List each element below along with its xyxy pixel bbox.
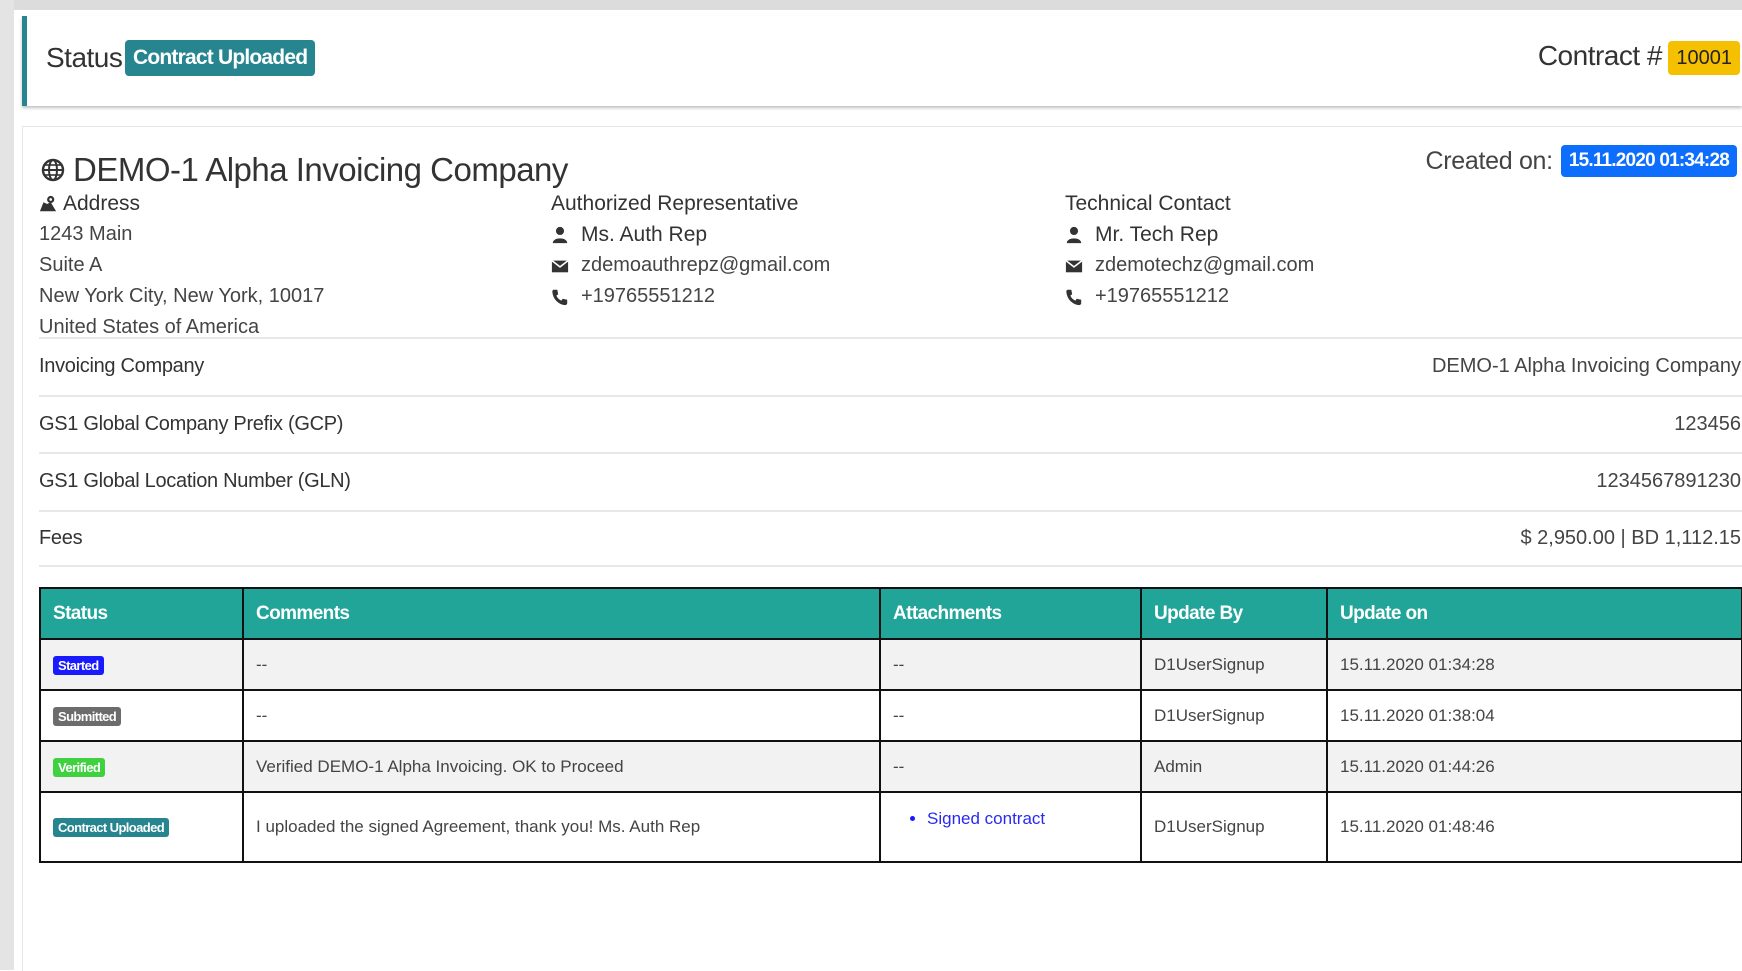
- globe-icon: [41, 158, 65, 182]
- authorized-rep-email[interactable]: zdemoauthrepz@gmail.com: [551, 250, 830, 281]
- update-on-cell: 15.11.2020 01:38:04: [1326, 689, 1742, 742]
- update-by-cell: Admin: [1140, 740, 1328, 793]
- company-title: DEMO-1 Alpha Invoicing Company: [41, 151, 568, 189]
- attachments-cell: --: [879, 740, 1142, 793]
- attachments-cell: --: [879, 689, 1142, 742]
- attachments-cell: Signed contract: [879, 791, 1142, 863]
- comments-cell: I uploaded the signed Agreement, thank y…: [242, 791, 881, 863]
- comments-cell: --: [242, 638, 881, 691]
- update-by-cell: D1UserSignup: [1140, 638, 1328, 691]
- attachment-item: Signed contract: [927, 809, 1128, 829]
- status-cell: Contract Uploaded: [39, 791, 244, 863]
- detail-value: 123456: [1674, 413, 1741, 435]
- page-top-strip: [0, 0, 1742, 10]
- detail-row-fees: Fees $ 2,950.00 | BD 1,112.15: [39, 510, 1742, 567]
- update-on-cell: 15.11.2020 01:44:26: [1326, 740, 1742, 793]
- update-on-cell: 15.11.2020 01:34:28: [1326, 638, 1742, 691]
- detail-row-invoicing-company: Invoicing Company DEMO-1 Alpha Invoicing…: [39, 337, 1742, 394]
- update-on-cell: 15.11.2020 01:48:46: [1326, 791, 1742, 863]
- column-header-update-by[interactable]: Update By: [1140, 587, 1328, 640]
- detail-label: GS1 Global Company Prefix (GCP): [39, 413, 344, 435]
- detail-label: Invoicing Company: [39, 355, 204, 377]
- company-name: DEMO-1 Alpha Invoicing Company: [73, 151, 568, 188]
- comments-cell: Verified DEMO-1 Alpha Invoicing. OK to P…: [242, 740, 881, 793]
- technical-contact-email[interactable]: zdemotechz@gmail.com: [1065, 250, 1314, 281]
- attachments-cell: --: [879, 638, 1142, 691]
- envelope-icon: [1065, 259, 1083, 272]
- contract-details-card: DEMO-1 Alpha Invoicing Company Created o…: [22, 126, 1742, 971]
- update-by-cell: D1UserSignup: [1140, 689, 1328, 742]
- status-cell: Verified: [39, 740, 244, 793]
- authorized-rep-phone[interactable]: +19765551212: [551, 281, 830, 312]
- user-icon: [1066, 226, 1082, 243]
- page-left-strip: [0, 0, 14, 970]
- detail-label: GS1 Global Location Number (GLN): [39, 470, 351, 492]
- address-section: Address 1243 Main Suite A New York City,…: [39, 189, 324, 343]
- status-history-table: Status Comments Attachments Update By Up…: [39, 587, 1742, 863]
- created-label: Created on:: [1425, 146, 1553, 175]
- status-cell: Started: [39, 638, 244, 691]
- technical-contact-phone[interactable]: +19765551212: [1065, 281, 1314, 312]
- address-line: New York City, New York, 10017: [39, 285, 325, 307]
- created-on: Created on: 15.11.2020 01:34:28: [1425, 145, 1737, 177]
- column-header-attachments[interactable]: Attachments: [879, 587, 1142, 640]
- authorized-rep-name: Ms. Auth Rep: [551, 219, 830, 250]
- created-date-badge: 15.11.2020 01:34:28: [1560, 145, 1737, 177]
- contract-label: Contract #: [1537, 40, 1663, 71]
- status-pill-submitted: Submitted: [53, 706, 122, 726]
- user-icon: [552, 226, 568, 243]
- column-header-comments[interactable]: Comments: [242, 587, 881, 640]
- detail-value: DEMO-1 Alpha Invoicing Company: [1431, 355, 1741, 377]
- attachment-list: Signed contract: [893, 809, 1128, 829]
- table-row: Submitted -- -- D1UserSignup 15.11.2020 …: [39, 689, 1742, 742]
- comments-cell: --: [242, 689, 881, 742]
- status-cell: Submitted: [39, 689, 244, 742]
- column-header-status[interactable]: Status: [39, 587, 244, 640]
- status-pill-contract-uploaded: Contract Uploaded: [53, 818, 170, 837]
- technical-contact-name: Mr. Tech Rep: [1065, 219, 1314, 250]
- detail-value: 1234567891230: [1596, 470, 1741, 492]
- address-heading: Address: [39, 189, 324, 219]
- table-row: Verified Verified DEMO-1 Alpha Invoicing…: [39, 740, 1742, 793]
- detail-label: Fees: [39, 527, 83, 549]
- technical-contact-section: Technical Contact Mr. Tech Rep zdemotech…: [1065, 189, 1314, 312]
- address-line: Suite A: [39, 254, 103, 276]
- detail-row-gln: GS1 Global Location Number (GLN) 1234567…: [39, 452, 1742, 509]
- map-icon: [39, 195, 57, 212]
- table-row: Started -- -- D1UserSignup 15.11.2020 01…: [39, 638, 1742, 691]
- signed-contract-link[interactable]: Signed contract: [927, 809, 1045, 828]
- status-badge: Contract Uploaded: [125, 40, 316, 76]
- table-row: Contract Uploaded I uploaded the signed …: [39, 791, 1742, 863]
- table-header-row: Status Comments Attachments Update By Up…: [39, 587, 1742, 640]
- status-label: Status:: [46, 42, 130, 73]
- status-pill-started: Started: [53, 655, 104, 675]
- contract-number-badge: 10001: [1668, 41, 1740, 75]
- detail-value: $ 2,950.00 | BD 1,112.15: [1520, 527, 1741, 549]
- authorized-rep-section: Authorized Representative Ms. Auth Rep z…: [551, 189, 830, 312]
- status-pill-verified: Verified: [53, 757, 106, 777]
- phone-icon: [552, 289, 568, 305]
- authorized-rep-heading: Authorized Representative: [551, 192, 799, 215]
- detail-row-gcp: GS1 Global Company Prefix (GCP) 123456: [39, 395, 1742, 452]
- update-by-cell: D1UserSignup: [1140, 791, 1328, 863]
- phone-icon: [1066, 289, 1082, 305]
- technical-contact-heading: Technical Contact: [1065, 192, 1231, 215]
- status-card: Status: Contract Uploaded Contract # 100…: [22, 16, 1742, 106]
- envelope-icon: [551, 259, 569, 272]
- address-line: 1243 Main: [39, 223, 133, 245]
- column-header-update-on[interactable]: Update on: [1326, 587, 1742, 640]
